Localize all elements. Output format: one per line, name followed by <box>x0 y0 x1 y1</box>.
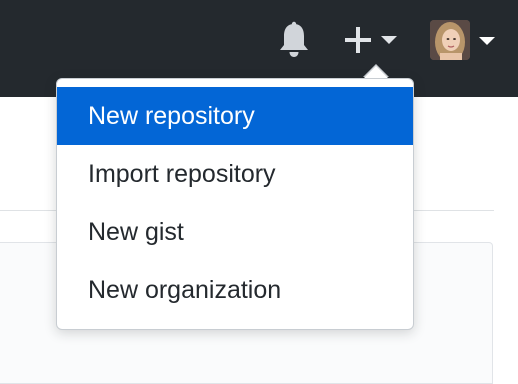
menu-item-new-repository[interactable]: New repository <box>57 87 413 145</box>
bell-icon <box>280 21 308 57</box>
menu-item-new-gist[interactable]: New gist <box>57 203 413 261</box>
menu-item-import-repository[interactable]: Import repository <box>57 145 413 203</box>
dropdown-menu-list: New repository Import repository New gis… <box>57 87 413 319</box>
caret-down-icon <box>381 36 397 44</box>
notifications-button[interactable] <box>275 20 313 60</box>
create-new-dropdown-menu: New repository Import repository New gis… <box>56 78 414 330</box>
plus-icon <box>345 27 371 53</box>
caret-down-icon <box>479 37 495 45</box>
menu-item-new-organization[interactable]: New organization <box>57 261 413 319</box>
user-menu-toggle[interactable] <box>426 16 502 64</box>
dropdown-caret <box>364 66 388 78</box>
avatar <box>430 20 470 60</box>
create-new-dropdown-toggle[interactable] <box>338 22 404 60</box>
